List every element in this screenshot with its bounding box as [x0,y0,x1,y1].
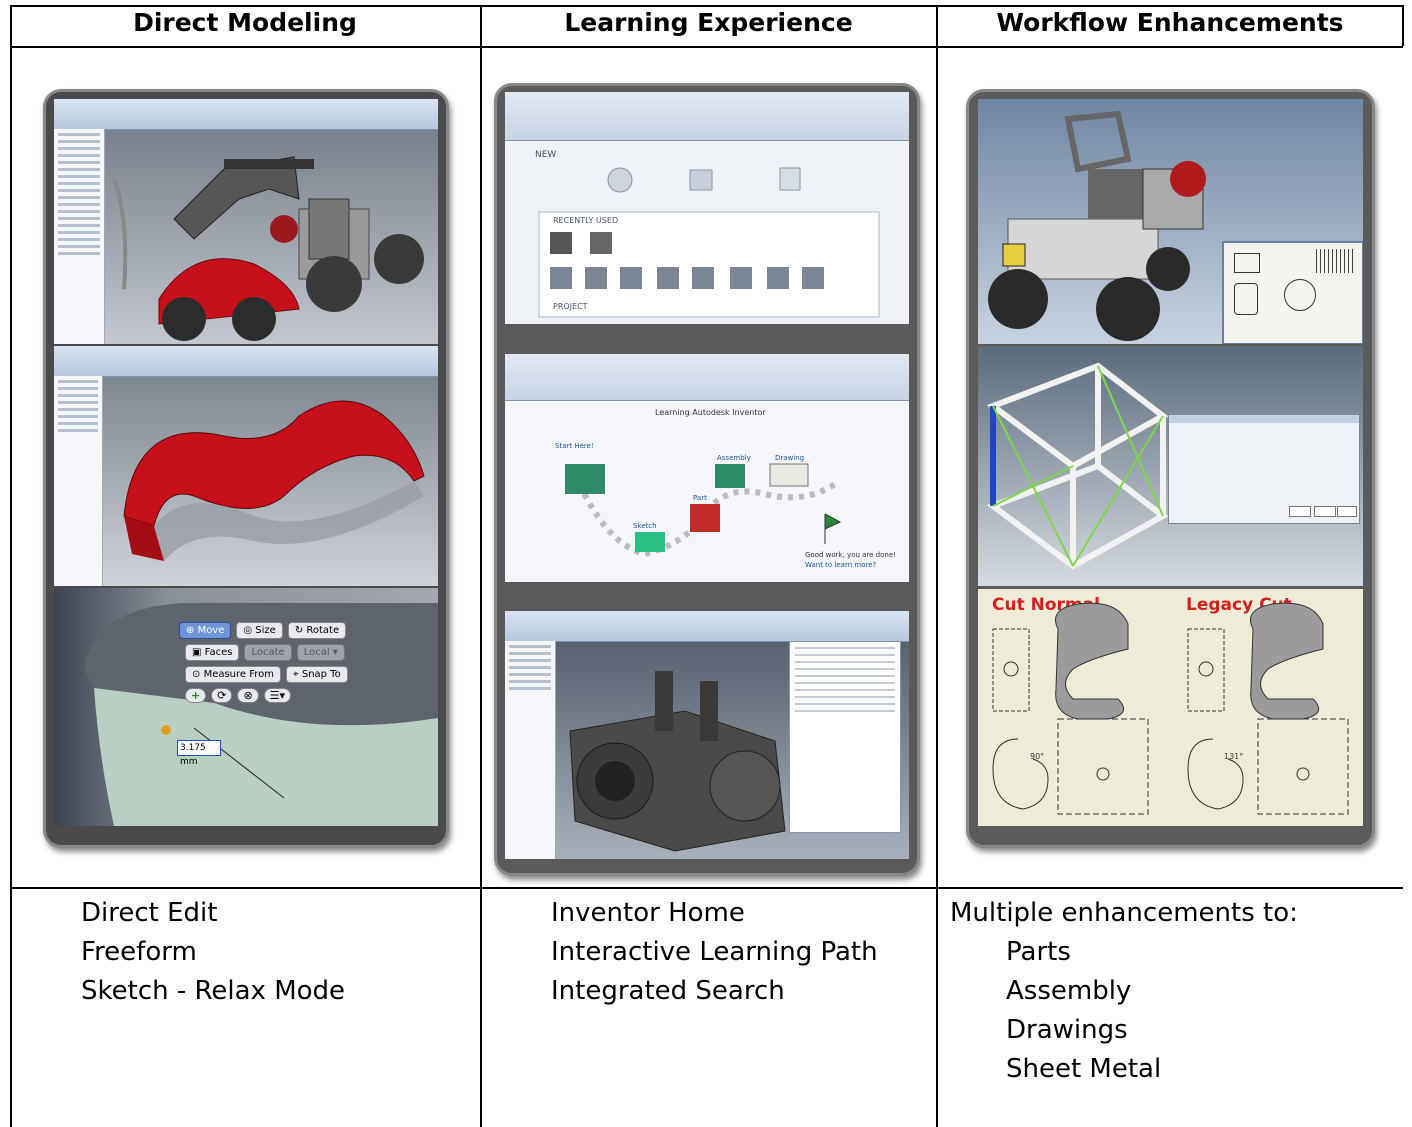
angle-right: 131° [1224,752,1243,761]
image-row-border [10,887,1403,889]
locate-button[interactable]: Locate [244,644,292,661]
learning-path-screenshot: Learning Autodesk Inventor Start Here! S… [505,354,909,582]
table-top-border [10,5,1403,7]
measure-from-label: Measure From [203,669,275,680]
cancel-icon[interactable]: ⊗ [237,688,259,703]
direct-modeling-panel: ⊕ Move ◎ Size ↻ Rotate ▣ Faces Locate Lo… [43,89,449,848]
list-item: Parts [1006,937,1071,967]
list-item: Freeform [81,937,197,967]
learning-experience-list: Inventor Home Interactive Learning Path … [551,894,878,1011]
placement-dialog [1168,414,1360,524]
recently-used-label: RECENTLY USED [553,216,619,225]
faces-label: Faces [204,647,233,658]
list-item: Assembly [1006,976,1132,1006]
measure-from-button[interactable]: ⊙ Measure From [185,666,282,683]
list-item: Direct Edit [81,898,218,928]
move-button[interactable]: ⊕ Move [179,622,232,639]
col-divider-2 [936,5,938,1127]
list-item: Sheet Metal [1006,1054,1162,1084]
header-row-border [10,46,1403,48]
assembly-screenshot [54,99,438,344]
rotate-button[interactable]: ↻ Rotate [287,622,347,639]
step-sketch[interactable]: Sketch [633,522,657,530]
apply-plus-icon[interactable]: + [185,688,207,703]
freeform-screenshot [54,346,438,586]
learning-path-graphic [565,463,842,558]
move-label: Move [197,625,225,636]
step-part[interactable]: Part [693,494,707,502]
sheet-metal-drawings: 90° 131° [992,602,1349,815]
list-item: Interactive Learning Path [551,937,878,967]
local-button[interactable]: Local ▾ [296,644,345,661]
list-item: Sketch - Relax Mode [81,976,346,1006]
locate-label: Locate [251,647,285,658]
step-assembly[interactable]: Assembly [717,454,751,462]
tractor-render [112,156,424,341]
list-item: Integrated Search [551,976,785,1006]
home-icons [538,167,880,318]
list-item: Drawings [1006,1015,1128,1045]
col-divider-1 [480,5,482,1127]
workflow-enhancements-list: Multiple enhancements to: Parts Assembly… [950,894,1298,1089]
assembly-tractor-screenshot [978,99,1363,344]
gearbox-render [569,671,786,852]
snap-to-label: Snap To [301,669,341,680]
header-workflow-enhancements: Workflow Enhancements [996,8,1344,37]
dimension-input[interactable]: 3.175 mm [177,740,221,767]
learning-experience-panel: NEW RECENTLY USED PROJECT Learning Autod… [494,83,920,876]
mini-toolbar: ⊕ Move ◎ Size ↻ Rotate ▣ Faces Locate Lo… [179,622,349,712]
inventor-home-screenshot: NEW RECENTLY USED PROJECT [505,92,909,324]
local-label: Local [303,647,330,658]
list-item: Inventor Home [551,898,745,928]
options-menu-icon[interactable]: ☰▾ [263,688,292,703]
rotate-label: Rotate [306,625,340,636]
frame-generator-screenshot [978,346,1363,586]
step-start-here[interactable]: Start Here! [555,442,594,450]
project-label: PROJECT [553,302,588,311]
header-learning-experience: Learning Experience [564,8,853,37]
size-button[interactable]: ◎ Size [236,622,283,639]
learn-more-link[interactable]: Want to learn more? [805,561,876,569]
refresh-icon[interactable]: ⟳ [211,688,233,703]
direct-modeling-list: Direct Edit Freeform Sketch - Relax Mode [81,894,345,1011]
fender-render [123,400,425,561]
list-intro: Multiple enhancements to: [950,898,1298,928]
step-drawing[interactable]: Drawing [775,454,804,462]
workflow-enhancements-panel: Cut Normal Legacy Cut 90° 131° [966,89,1375,848]
header-direct-modeling: Direct Modeling [133,8,357,37]
integrated-search-screenshot [505,611,909,859]
snap-to-button[interactable]: ⌖ Snap To [286,666,348,683]
direct-edit-screenshot: ⊕ Move ◎ Size ↻ Rotate ▣ Faces Locate Lo… [54,588,438,826]
drawing-inset [1222,241,1363,344]
angle-left: 90° [1030,752,1044,761]
faces-button[interactable]: ▣ Faces [185,644,240,661]
done-message: Good work, you are done! [805,551,896,559]
size-label: Size [255,625,276,636]
table-left-border [10,5,12,1127]
sheet-metal-cut-screenshot: Cut Normal Legacy Cut 90° 131° [978,589,1363,826]
